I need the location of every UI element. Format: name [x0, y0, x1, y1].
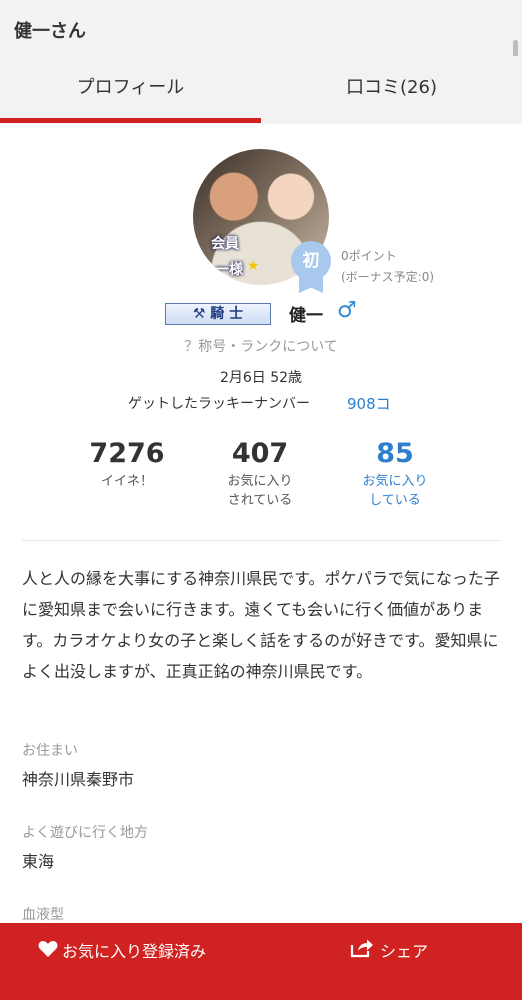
tab-profile[interactable]: プロフィール: [0, 56, 261, 124]
favorite-button-label: お気に入り登録済み: [62, 942, 207, 961]
share-button[interactable]: シェア: [350, 923, 490, 983]
stat-favorites-label-2[interactable]: している: [325, 491, 465, 510]
field-label-blood-type: 血液型: [22, 907, 64, 923]
rank-help-link[interactable]: ？称号・ランクについて: [0, 336, 522, 356]
points-info: 0ポイント (ボーナス予定:0): [341, 246, 434, 288]
username: 健一: [289, 306, 323, 326]
avatar-caption-1: 会員: [211, 236, 239, 252]
field-label-region: よく遊びに行く地方: [22, 825, 148, 841]
page-title: 健一さん: [14, 21, 86, 42]
star-icon: ★: [247, 258, 260, 274]
share-button-label: シェア: [380, 942, 429, 961]
rank-title-badge: ⚒ 騎 士: [165, 303, 271, 325]
points-bonus: (ボーナス予定:0): [341, 270, 435, 284]
stat-favorites-value[interactable]: 85: [325, 438, 465, 470]
stat-likes-label: イイネ！: [100, 474, 153, 489]
field-value-residence: 神奈川県秦野市: [22, 770, 135, 789]
heart-icon: [38, 924, 62, 982]
stat-favorited-by-label-2: されている: [227, 493, 293, 508]
stat-favorited-by-label-1: お気に入り: [227, 474, 293, 489]
points-value: 0ポイント: [341, 249, 397, 263]
male-icon: ♂: [337, 298, 357, 323]
stat-favorited-by-value: 407: [231, 438, 289, 469]
field-label-residence: お住まい: [22, 743, 78, 759]
beginner-badge: 初: [291, 241, 331, 293]
share-icon: [350, 924, 380, 982]
lucky-number-label: ゲットしたラッキーナンバー: [128, 396, 310, 412]
field-value-region: 東海: [22, 852, 55, 871]
avatar-caption-2: 一様: [215, 262, 243, 278]
stat-likes-value: 7276: [89, 438, 165, 469]
birthday-age: 2月6日 52歳: [219, 370, 303, 386]
lucky-number-value[interactable]: 908コ: [347, 393, 391, 414]
badge-label: 初: [291, 241, 331, 281]
stat-likes: 7276 イイネ！: [57, 438, 197, 491]
stat-favorites-label-1[interactable]: お気に入り: [325, 472, 465, 491]
favorite-button[interactable]: お気に入り登録済み: [38, 923, 278, 983]
tab-bar: プロフィール 口コミ(26): [0, 56, 522, 124]
top-bar: 健一さん: [0, 0, 522, 56]
active-tab-indicator: [0, 118, 261, 123]
tab-reviews[interactable]: 口コミ(26): [261, 56, 522, 124]
bio-text: 人と人の縁を大事にする神奈川県民です。ポケパラで気になった子に愛知県まで会いに行…: [22, 569, 500, 681]
divider: [22, 540, 500, 541]
stat-favorited-by: 407 お気に入り されている: [190, 438, 330, 510]
stat-favorites[interactable]: 85 お気に入り している: [325, 438, 465, 510]
